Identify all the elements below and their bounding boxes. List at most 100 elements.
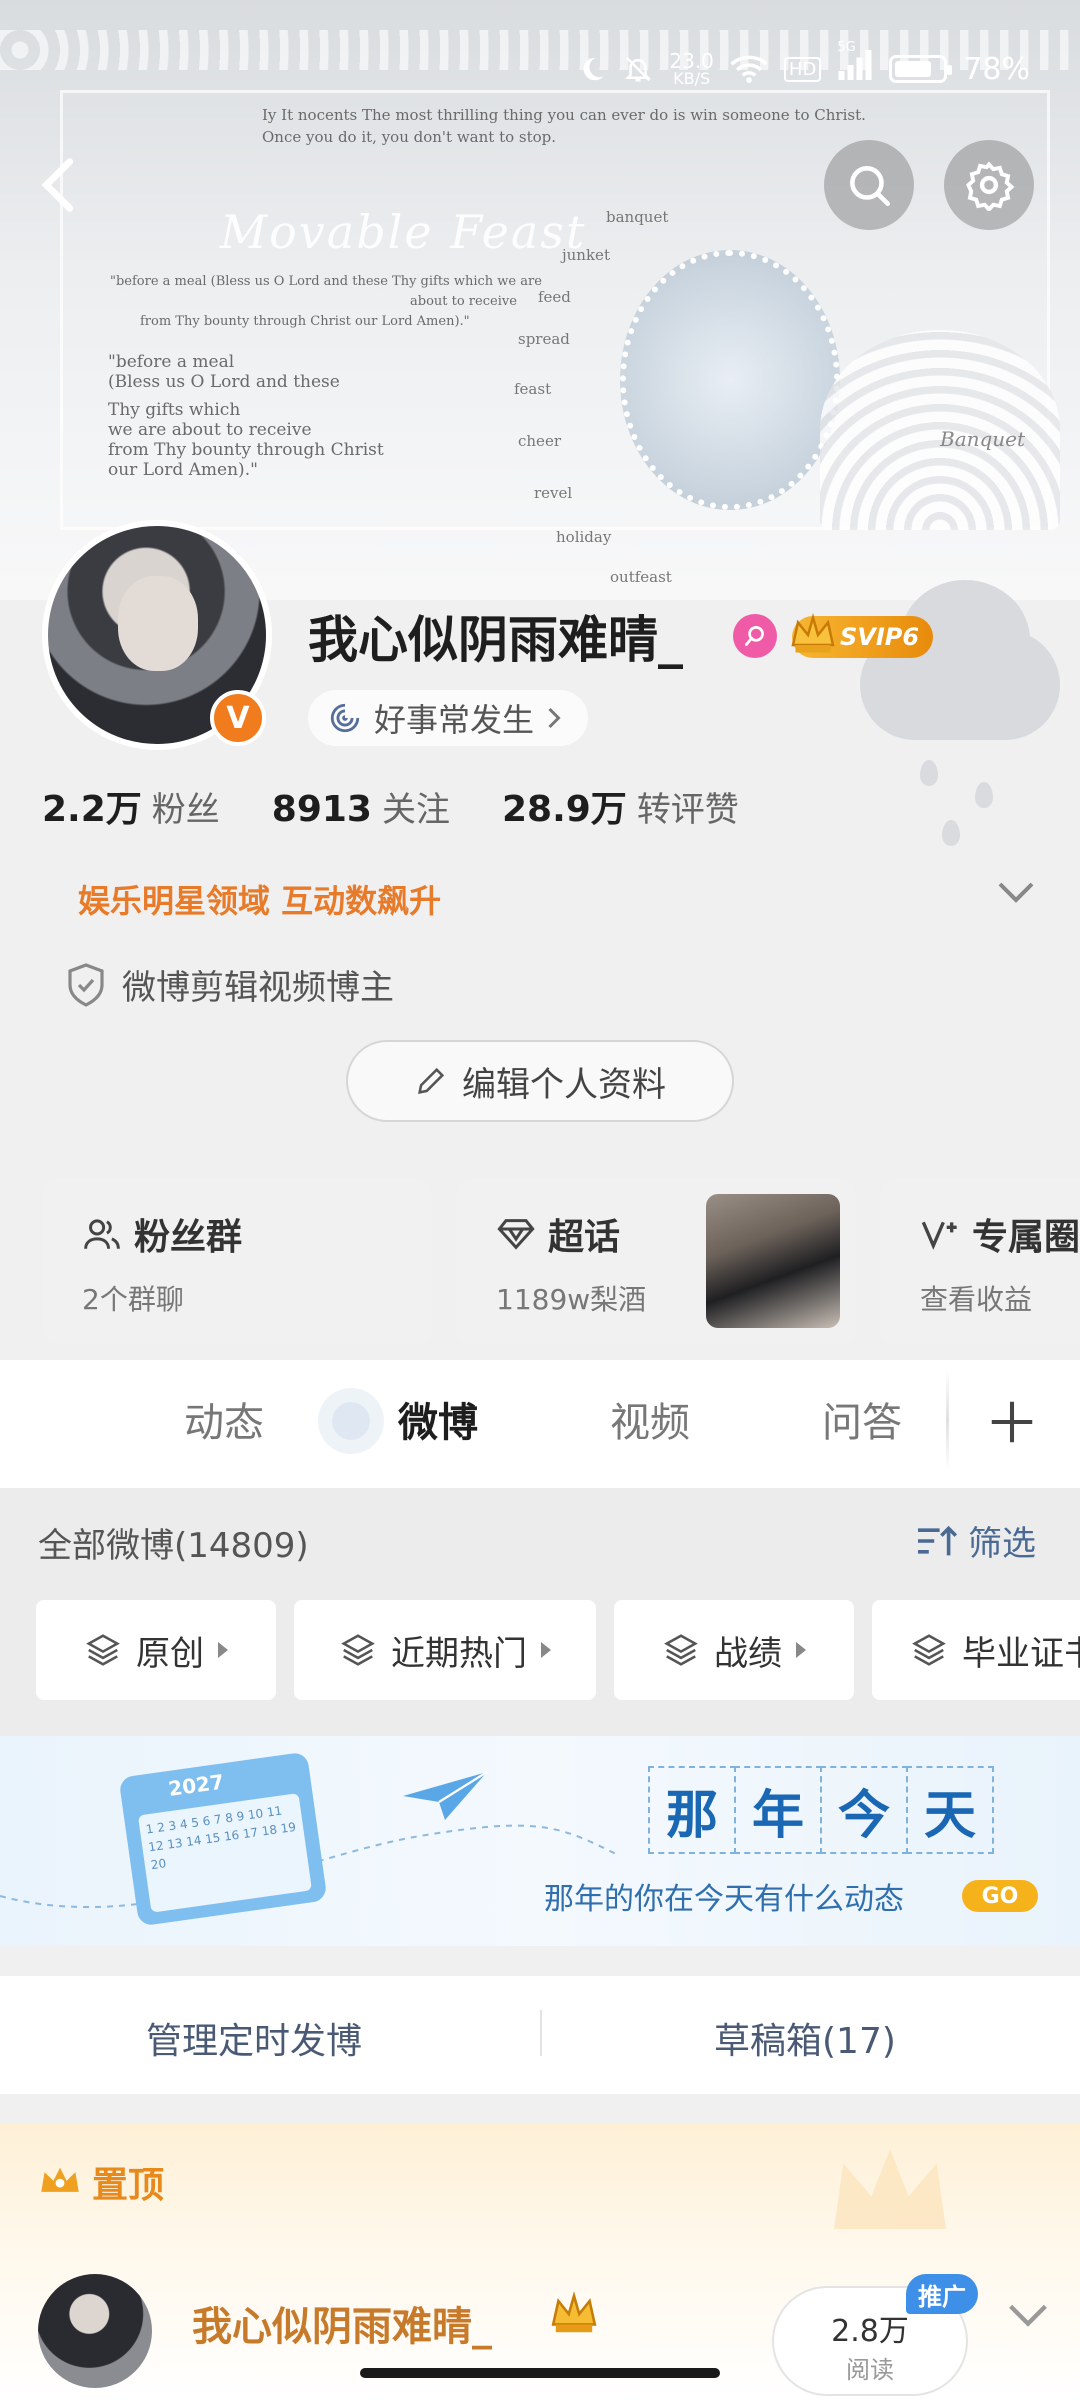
stat-label: 粉丝 [151,790,220,830]
tab-divider [946,1370,949,1470]
filter-button[interactable]: 筛选 [914,1516,1036,1565]
manage-row: 管理定时发博 草稿箱(17) [0,1976,1080,2094]
chip-label: 战绩 [714,1633,782,1674]
hd-icon: HD [783,56,822,82]
chip-label: 原创 [136,1633,204,1674]
card-title: 超话 [548,1217,621,1258]
verified-badge: V [210,690,266,746]
banner-word: cheer [518,432,561,450]
pinned-text: 置顶 [92,2165,165,2206]
edit-profile-button[interactable]: 编辑个人资料 [346,1040,734,1122]
lace-mirror-decoration [620,250,840,510]
drafts-button[interactable]: 草稿箱(17) [714,2012,896,2064]
go-button[interactable]: GO [962,1880,1038,1912]
chevron-left-icon [41,158,74,212]
all-weibo-count: 全部微博(14809) [38,1526,309,1566]
title-char: 年 [734,1766,822,1854]
back-button[interactable] [30,150,90,220]
stat-number: 8913 [271,789,372,830]
svip-crown-icon [551,2291,597,2333]
banner-word: feed [538,288,571,306]
banner-word: feast [514,380,552,398]
tab-video[interactable]: 视频 [610,1390,690,1448]
chevron-down-icon [998,882,1034,903]
profile-stats: 2.2万 粉丝 8913 关注 28.9万 转评赞 [42,780,739,832]
banner-word: revel [534,484,573,502]
net-speed-unit: KB/S [673,69,711,88]
layers-icon [341,1634,375,1666]
stat-following[interactable]: 8913 关注 [272,782,450,831]
wifi-icon [730,55,768,83]
search-badge-icon[interactable] [733,614,777,658]
tab-feed[interactable]: 动态 [184,1390,264,1448]
stat-number: 2.2万 [42,789,142,830]
title-char: 今 [820,1766,908,1854]
grace-line: from Thy bounty through Christ our Lord … [140,314,470,329]
grace-line: Thy gifts which [108,400,241,420]
grace-line: about to receive [410,294,517,309]
calendar-icon: 2027 1 2 3 4 5 6 7 8 9 10 11 12 13 14 15… [118,1751,328,1927]
grace-line: we are about to receive [108,420,312,440]
crown-icon [41,2167,79,2192]
banner-word: holiday [556,528,612,546]
plus-icon [991,1401,1033,1443]
profile-tabs: 动态 微博 视频 问答 [0,1360,1080,1488]
grace-line: from Thy bounty through Christ [108,440,384,460]
caret-right-icon [218,1642,228,1658]
post-menu-button[interactable] [1006,2302,1050,2332]
chip-record[interactable]: 战绩 [614,1600,854,1700]
domain-tag[interactable]: 娱乐明星领域 互动数飙升 [78,876,441,922]
banner-grace-small: "before a meal (Bless us O Lord and thes… [110,272,542,332]
stat-number: 28.9万 [501,789,627,830]
chip-recent-hot[interactable]: 近期热门 [294,1600,596,1700]
status-spiral-icon [330,703,360,733]
promote-button[interactable]: 推广 [906,2274,978,2314]
search-button[interactable] [824,140,914,230]
battery-percent: 78% [963,51,1030,87]
certification-text: 微博剪辑视频博主 [122,968,394,1008]
title-char: 那 [648,1766,736,1854]
grace-line: (Bless us O Lord and these [108,372,340,392]
gear-icon [966,161,1015,211]
chip-graduation[interactable]: 毕业证书 [872,1600,1080,1700]
settings-button[interactable] [944,140,1034,230]
chip-original[interactable]: 原创 [36,1600,276,1700]
layers-icon [664,1634,698,1666]
layers-icon [86,1634,120,1666]
on-this-day-banner[interactable]: 2027 1 2 3 4 5 6 7 8 9 10 11 12 13 14 15… [0,1736,1080,1946]
crown-icon [791,612,835,653]
card-exclusive-circle[interactable]: 专属圈 查看收益 [880,1178,1080,1344]
card-fan-group[interactable]: 粉丝群 2个群聊 [42,1178,432,1344]
add-tab-button[interactable] [985,1395,1039,1453]
calendar-numbers: 1 2 3 4 5 6 7 8 9 10 11 12 13 14 15 16 1… [137,1793,312,1913]
tab-weibo[interactable]: 微博 [398,1390,478,1448]
net-speed: 23.0 KB/S [669,51,714,87]
card-subtitle: 查看收益 [920,1283,1033,1316]
stat-followers[interactable]: 2.2万 粉丝 [42,780,220,832]
scheduled-posts-button[interactable]: 管理定时发博 [146,2012,362,2064]
grace-line: "before a meal (Bless us O Lord and thes… [110,274,542,289]
profile-username: 我心似阴雨难晴_ [308,611,683,669]
motto-pill[interactable]: 好事常发生 [308,690,589,746]
home-indicator[interactable] [360,2368,720,2378]
manage-divider [540,2010,542,2056]
card-super-topic[interactable]: 超话 1189w梨酒 [456,1178,856,1344]
search-icon [850,166,891,207]
caret-right-icon [796,1642,806,1658]
tab-qa[interactable]: 问答 [822,1390,902,1448]
fan-script: Banquet [940,427,1026,451]
banner-word: junket [562,246,610,264]
net-speed-value: 23.0 [669,49,714,73]
edit-profile-label: 编辑个人资料 [462,1064,666,1105]
tab-active-decoration [318,1388,384,1454]
stat-interactions[interactable]: 28.9万 转评赞 [502,780,739,832]
filter-label: 筛选 [968,1524,1036,1564]
expand-button[interactable] [996,880,1036,908]
chip-label: 毕业证书 [962,1633,1080,1674]
pinned-post[interactable]: 置顶 我心似阴雨难晴_ 2.8万 阅读 推广 [0,2124,1080,2400]
battery-icon [889,55,953,83]
pinned-avatar[interactable] [38,2274,152,2388]
banner-word: spread [518,330,570,348]
svip-badge[interactable]: SVIP6 [791,612,934,658]
pinned-username[interactable]: 我心似阴雨难晴_ [192,2294,492,2352]
